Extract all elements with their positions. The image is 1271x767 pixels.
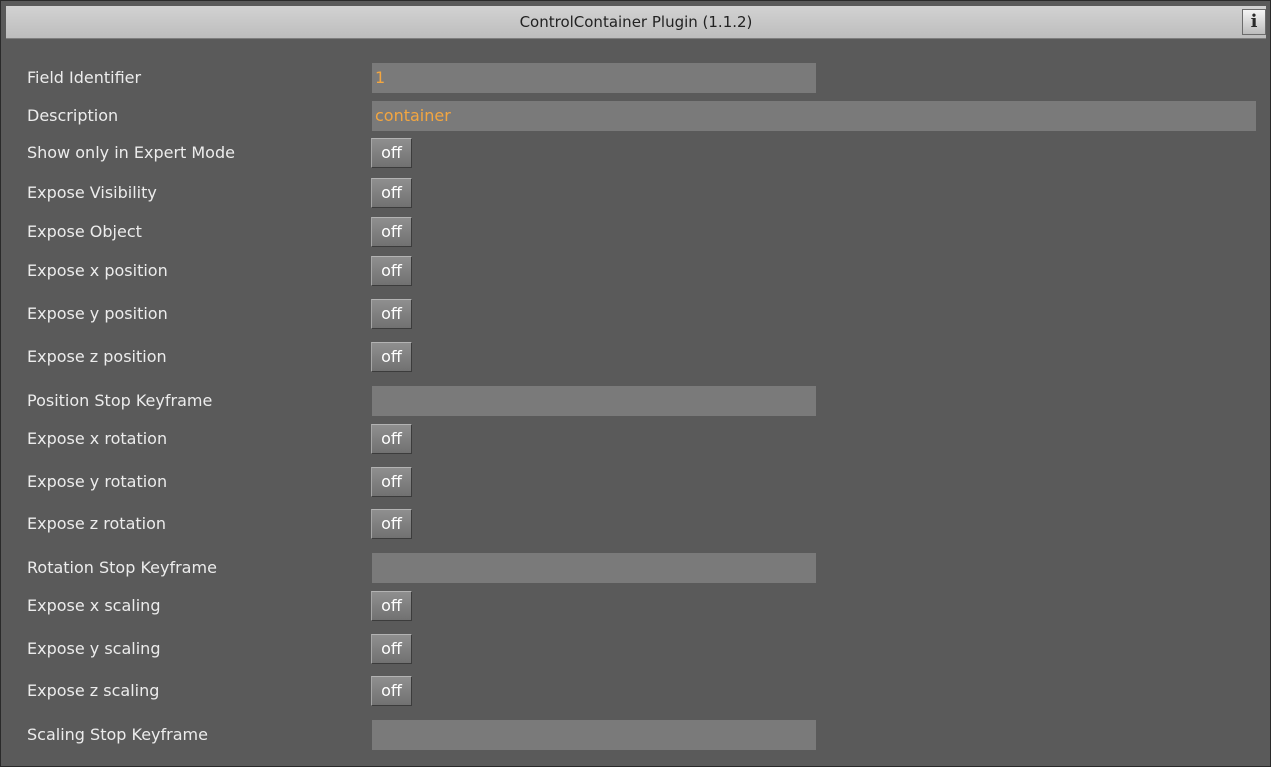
expose-x-scaling-toggle[interactable]: off	[371, 591, 412, 621]
expose-x-position-label: Expose x position	[27, 261, 168, 280]
expose-visibility-label: Expose Visibility	[27, 183, 157, 202]
expose-y-position-toggle[interactable]: off	[371, 299, 412, 329]
expose-x-scaling-label: Expose x scaling	[27, 596, 161, 615]
position-stop-keyframe-input[interactable]	[372, 386, 816, 416]
expose-x-position-toggle[interactable]: off	[371, 256, 412, 286]
show-only-in-expert-mode-toggle[interactable]: off	[371, 138, 412, 168]
expose-z-rotation-toggle[interactable]: off	[371, 509, 412, 539]
expose-y-rotation-toggle[interactable]: off	[371, 467, 412, 497]
expose-y-scaling-label: Expose y scaling	[27, 639, 161, 658]
position-stop-keyframe-label: Position Stop Keyframe	[27, 391, 213, 410]
plugin-window: ControlContainer Plugin (1.1.2) i Field …	[0, 0, 1271, 767]
expose-z-scaling-toggle[interactable]: off	[371, 676, 412, 706]
field-identifier-label: Field Identifier	[27, 68, 142, 87]
expose-z-position-label: Expose z position	[27, 347, 167, 366]
expose-visibility-toggle[interactable]: off	[371, 178, 412, 208]
expose-x-rotation-toggle[interactable]: off	[371, 424, 412, 454]
expose-object-label: Expose Object	[27, 222, 142, 241]
expose-y-scaling-toggle[interactable]: off	[371, 634, 412, 664]
rotation-stop-keyframe-label: Rotation Stop Keyframe	[27, 558, 217, 577]
expose-z-rotation-label: Expose z rotation	[27, 514, 167, 533]
expose-x-rotation-label: Expose x rotation	[27, 429, 168, 448]
info-icon[interactable]: i	[1242, 9, 1266, 35]
show-only-in-expert-mode-label: Show only in Expert Mode	[27, 143, 235, 162]
scaling-stop-keyframe-label: Scaling Stop Keyframe	[27, 725, 208, 744]
field-identifier-input[interactable]: 1	[372, 63, 816, 93]
expose-y-rotation-label: Expose y rotation	[27, 472, 168, 491]
scaling-stop-keyframe-input[interactable]	[372, 720, 816, 750]
expose-object-toggle[interactable]: off	[371, 217, 412, 247]
description-label: Description	[27, 106, 119, 125]
rotation-stop-keyframe-input[interactable]	[372, 553, 816, 583]
expose-y-position-label: Expose y position	[27, 304, 168, 323]
expose-z-position-toggle[interactable]: off	[371, 342, 412, 372]
description-input[interactable]: container	[372, 101, 1256, 131]
title-bar: ControlContainer Plugin (1.1.2) i	[6, 6, 1266, 39]
expose-z-scaling-label: Expose z scaling	[27, 681, 160, 700]
window-title: ControlContainer Plugin (1.1.2)	[519, 13, 753, 31]
